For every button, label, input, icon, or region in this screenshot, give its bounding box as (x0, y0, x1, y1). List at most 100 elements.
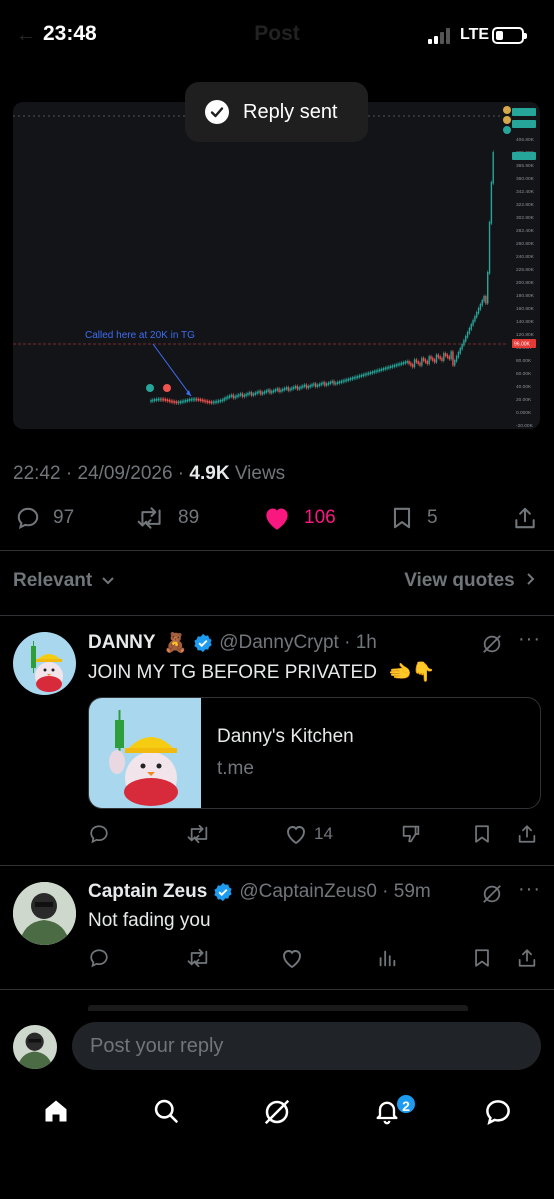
candle (468, 328, 471, 334)
candle (371, 371, 374, 374)
reply-action-reply[interactable] (88, 947, 110, 969)
candle (304, 384, 306, 387)
tab-home[interactable] (42, 1097, 70, 1130)
author-name[interactable]: DANNY (88, 632, 156, 654)
view-quotes-link[interactable]: View quotes (404, 570, 536, 592)
link-card[interactable]: Danny's Kitchen t.me (88, 697, 541, 809)
link-card-image (89, 698, 201, 808)
candle (426, 361, 429, 365)
candle (336, 381, 339, 384)
candle (166, 399, 169, 402)
reply-action-reply[interactable] (88, 823, 110, 845)
bookmark-count: 5 (427, 507, 438, 528)
candle (210, 401, 213, 404)
post-meta: 22:42 · 24/09/2026 · 4.9K Views (13, 463, 286, 484)
candle (254, 392, 257, 395)
reply-action-dislike[interactable] (400, 823, 422, 845)
candle (228, 395, 231, 398)
candle (230, 394, 233, 397)
candle (300, 386, 302, 389)
candle (432, 357, 434, 361)
grok-icon[interactable] (481, 883, 503, 905)
reply-action-like[interactable]: 14 (284, 823, 333, 845)
indicator-dot (503, 106, 511, 114)
candle (430, 356, 432, 360)
avatar[interactable] (13, 632, 76, 695)
view-quotes-label: View quotes (404, 570, 515, 591)
tab-grok[interactable] (262, 1097, 292, 1132)
candle (164, 398, 167, 401)
reply-action-share[interactable] (516, 823, 538, 845)
candle (278, 388, 280, 392)
candle (289, 388, 291, 391)
candle (249, 392, 251, 395)
candle (283, 387, 286, 391)
indicator-dot (503, 116, 511, 124)
reply-like-count: 14 (314, 824, 333, 843)
repost-button[interactable]: 89 (136, 505, 199, 531)
price-axis-label: 322.80K (516, 202, 535, 208)
candle (225, 397, 227, 400)
post-chart-image[interactable]: 421.60K420.90K406.80K385.90K365.90K360.0… (13, 102, 540, 429)
price-axis-label: 80.00K (516, 358, 532, 364)
analytics-bars-icon (379, 950, 396, 967)
current-user-avatar[interactable] (13, 1025, 57, 1069)
reply-action-views[interactable] (376, 947, 398, 969)
bookmark-button[interactable]: 5 (389, 505, 438, 531)
candle (441, 357, 443, 361)
candle (401, 362, 403, 365)
candle (490, 182, 493, 224)
candle (152, 399, 154, 402)
tab-messages[interactable] (483, 1097, 513, 1132)
share-button[interactable] (512, 505, 550, 531)
reply-sent-toast: Reply sent (185, 82, 368, 142)
author-name[interactable]: Captain Zeus (88, 881, 207, 903)
candle (227, 396, 229, 399)
sort-dropdown[interactable]: Relevant (13, 570, 115, 592)
price-axis-label: 282.40K (516, 228, 535, 234)
reply-action-bookmark[interactable] (471, 947, 493, 969)
reply-compose-input[interactable]: Post your reply (72, 1022, 541, 1070)
reply-icon (90, 949, 108, 968)
candle (276, 388, 278, 391)
reply-action-repost[interactable] (186, 947, 212, 969)
views-label: Views (234, 463, 286, 484)
candle (269, 389, 271, 394)
price-axis-label: 160.80K (516, 306, 535, 312)
divider (0, 865, 554, 866)
candle (243, 394, 246, 397)
chat-bubble-icon (486, 1100, 510, 1125)
reply-action-like[interactable] (280, 947, 304, 969)
candle (390, 365, 392, 368)
reply-button[interactable]: 97 (15, 505, 74, 531)
price-axis-label: 120.80K (516, 332, 535, 338)
more-options-icon[interactable]: ··· (518, 878, 541, 901)
author-handle[interactable]: @DannyCrypt (219, 632, 339, 654)
candle (472, 320, 474, 326)
avatar[interactable] (13, 882, 76, 945)
link-card-domain: t.me (217, 758, 254, 779)
candle (454, 360, 456, 366)
candle (212, 401, 214, 404)
candle (260, 390, 262, 395)
price-tag-current (512, 152, 536, 160)
reply-action-bookmark[interactable] (471, 823, 493, 845)
grok-icon[interactable] (481, 633, 503, 655)
candle (192, 398, 194, 401)
more-options-icon[interactable]: ··· (518, 628, 541, 651)
reply-time: 1h (355, 632, 377, 653)
candle (406, 361, 408, 364)
reply-action-share[interactable] (516, 947, 538, 969)
tab-search[interactable] (152, 1097, 180, 1130)
reply-action-repost[interactable] (186, 823, 212, 845)
like-button[interactable]: 106 (262, 505, 336, 531)
candle (333, 380, 335, 385)
candle (172, 400, 174, 403)
check-circle-icon (205, 100, 229, 124)
candle (241, 393, 244, 397)
candle (181, 400, 183, 403)
candle (481, 300, 483, 306)
candle (399, 363, 401, 366)
reply-text-body: Not fading you (88, 910, 211, 931)
author-handle[interactable]: @CaptainZeus0 (239, 881, 377, 903)
